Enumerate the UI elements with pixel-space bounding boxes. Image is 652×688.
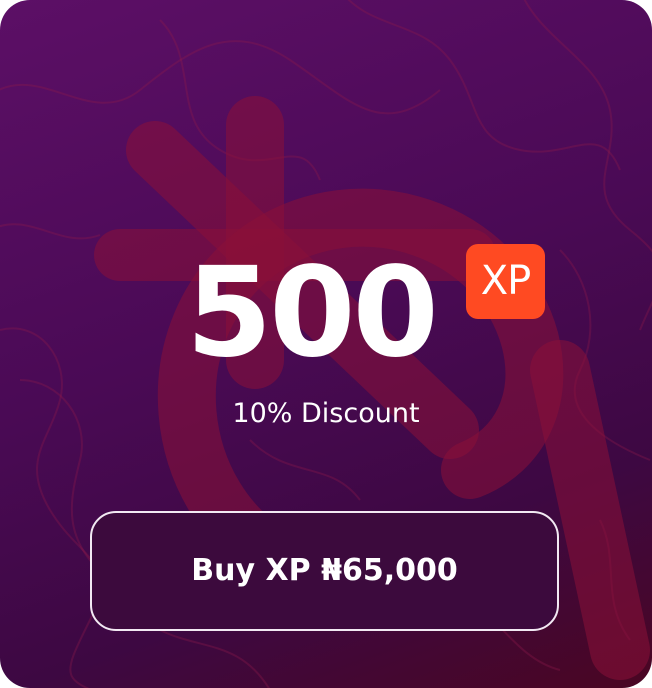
discount-label: 10% Discount (232, 398, 420, 429)
xp-unit-badge: XP (466, 244, 545, 319)
xp-amount-row: 500 XP (0, 238, 652, 388)
xp-purchase-card: 500 XP 10% Discount Buy XP ₦65,000 (0, 0, 652, 688)
xp-amount: 500 (186, 241, 439, 385)
buy-xp-button[interactable]: Buy XP ₦65,000 (90, 511, 559, 631)
